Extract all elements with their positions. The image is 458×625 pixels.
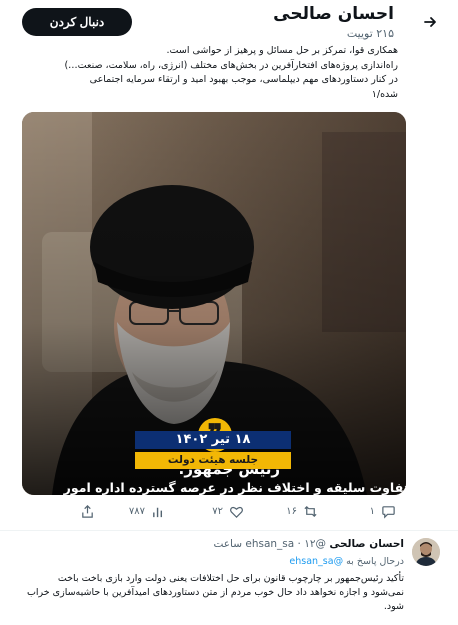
media-date-band: ۱۸ تیر ۱۴۰۲ [135,431,291,449]
tweet-text-line: همکاری قوا، تمرکز بر حل مسائل و پرهیز از… [166,45,398,56]
profile-name[interactable]: احسان صالحی [273,4,394,24]
like-button[interactable]: ۷۲ [212,504,244,519]
avatar[interactable] [412,538,440,566]
like-icon [230,506,243,518]
reply-separator: · [297,538,301,550]
tweet-text-line: در کنار دستاوردهای مهم دیپلماسی، موجب به… [89,74,398,85]
replying-to: درحال پاسخ به @ehsan_sa [289,556,404,567]
retweet-icon [304,505,317,518]
tweet-action-bar: ۱ ۱۶ ۷۲ ۷۸۷ [22,500,406,526]
back-button[interactable] [416,8,444,36]
like-count: ۷۲ [212,506,223,517]
reply-icon [382,506,395,519]
retweet-button[interactable]: ۱۶ [286,504,318,519]
reply-text: تأکید رئیس‌جمهور بر چارچوب قانون برای حل… [26,573,404,612]
views-count: ۷۸۷ [128,506,145,517]
reply-count: ۱ [369,506,375,517]
retweet-count: ۱۶ [286,506,297,517]
back-arrow-icon [424,17,436,27]
views-button[interactable]: ۷۸۷ [129,504,166,519]
media-headline: تفاوت سلیقه و اختلاف نظر در عرصه گسترده … [63,480,406,495]
tweet-text-line: شده/۱ [371,88,398,100]
share-icon [82,505,93,518]
divider [0,530,458,531]
replying-to-handle[interactable]: @ehsan_sa [289,556,343,567]
share-button[interactable] [80,504,95,519]
replying-to-label: درحال پاسخ به [346,556,404,567]
follow-button[interactable]: دنبال کردن [22,8,132,36]
reply-header: احسان صالحی @ehsan_sa · ۱۲ ساعت [213,538,404,550]
post-count: ۲۱۵ توییت [346,27,394,40]
reply-author-name[interactable]: احسان صالحی [329,538,404,550]
tweet-text-line: راه‌اندازی پروژه‌های افتخارآفرین در بخش‌… [64,59,398,71]
reply-button[interactable]: ۱ [370,504,396,519]
media-meeting-band: جلسه هیئت دولت [135,452,291,469]
avatar-image [412,538,440,566]
profile-header: احسان صالحی ۲۱۵ توییت دنبال کردن [0,0,458,44]
tweet-text: همکاری قوا، تمرکز بر حل مسائل و پرهیز از… [22,44,398,102]
views-icon [153,507,163,518]
